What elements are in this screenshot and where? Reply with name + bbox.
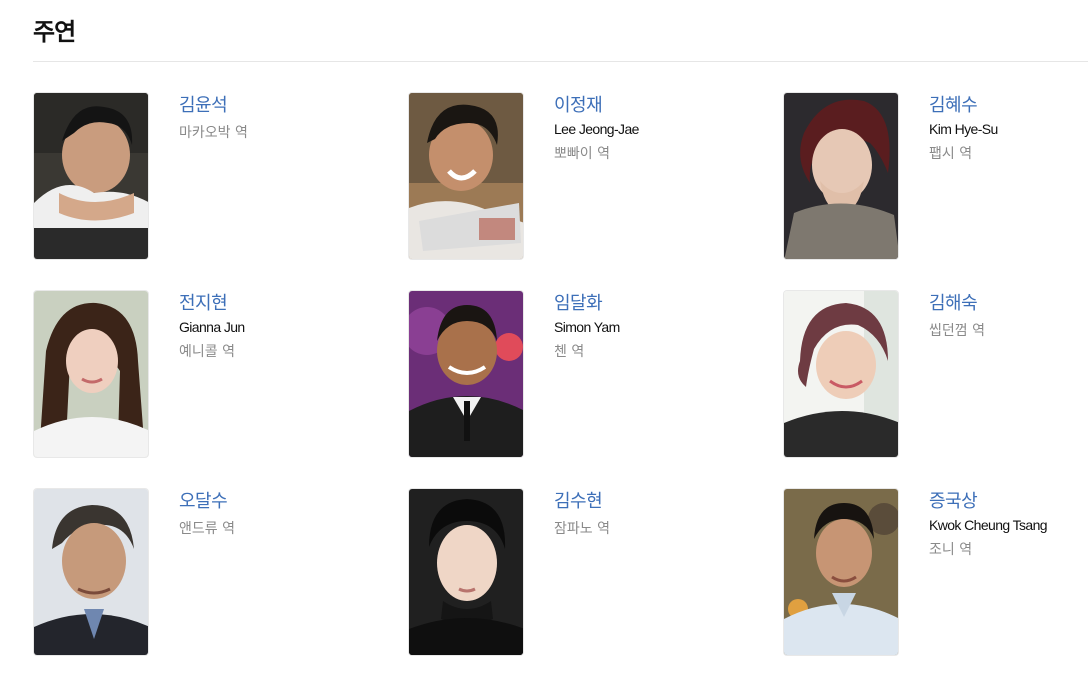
- actor-role: 첸 역: [554, 344, 585, 360]
- actor-photo[interactable]: [783, 488, 899, 656]
- actor-name[interactable]: 김윤석: [179, 94, 339, 118]
- section-title: 주연: [33, 18, 76, 46]
- cast-card-8[interactable]: 김수현 잠파노 역: [408, 488, 708, 656]
- cast-card-5[interactable]: 임달화 Simon Yam 첸 역: [408, 290, 708, 458]
- actor-english-name: Simon Yam: [554, 319, 620, 335]
- actor-photo[interactable]: [408, 488, 524, 656]
- actor-photo[interactable]: [33, 488, 149, 656]
- cast-card-6[interactable]: 김해숙 씹던껌 역: [783, 290, 1083, 458]
- actor-name[interactable]: 김해숙: [929, 292, 1088, 316]
- actor-name[interactable]: 김혜수: [929, 94, 1088, 118]
- actor-photo[interactable]: [33, 290, 149, 458]
- actor-role: 뽀빠이 역: [554, 146, 610, 162]
- actor-name[interactable]: 오달수: [179, 490, 339, 514]
- actor-photo[interactable]: [783, 92, 899, 260]
- actor-role: 조니 역: [929, 542, 973, 558]
- actor-role: 마카오박 역: [179, 125, 248, 141]
- section-divider: [33, 61, 1088, 62]
- actor-english-name: Kim Hye-Su: [929, 121, 998, 137]
- cast-card-1[interactable]: 김윤석 마카오박 역: [33, 92, 333, 260]
- actor-english-name: Kwok Cheung Tsang: [929, 517, 1048, 533]
- actor-name[interactable]: 증국상: [929, 490, 1088, 514]
- actor-role: 씹던껌 역: [929, 323, 985, 339]
- actor-photo[interactable]: [783, 290, 899, 458]
- cast-card-2[interactable]: 이정재 Lee Jeong-Jae 뽀빠이 역: [408, 92, 708, 260]
- actor-role: 앤드류 역: [179, 521, 235, 537]
- cast-card-9[interactable]: 증국상 Kwok Cheung Tsang 조니 역: [783, 488, 1083, 656]
- actor-photo[interactable]: [408, 92, 524, 260]
- actor-role: 예니콜 역: [179, 344, 235, 360]
- cast-card-4[interactable]: 전지현 Gianna Jun 예니콜 역: [33, 290, 333, 458]
- actor-english-name: Lee Jeong-Jae: [554, 121, 639, 137]
- cast-card-7[interactable]: 오달수 앤드류 역: [33, 488, 333, 656]
- actor-name[interactable]: 임달화: [554, 292, 714, 316]
- cast-card-3[interactable]: 김혜수 Kim Hye-Su 팹시 역: [783, 92, 1083, 260]
- actor-photo[interactable]: [33, 92, 149, 260]
- actor-role: 팹시 역: [929, 146, 973, 162]
- actor-english-name: Gianna Jun: [179, 319, 245, 335]
- actor-name[interactable]: 이정재: [554, 94, 714, 118]
- actor-role: 잠파노 역: [554, 521, 610, 537]
- actor-photo[interactable]: [408, 290, 524, 458]
- actor-name[interactable]: 전지현: [179, 292, 339, 316]
- actor-name[interactable]: 김수현: [554, 490, 714, 514]
